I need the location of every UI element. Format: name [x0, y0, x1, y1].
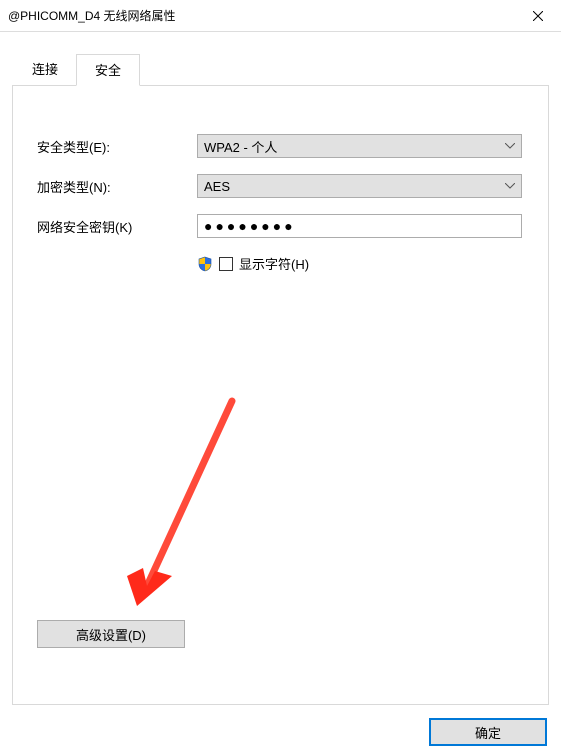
- chevron-down-icon: [505, 143, 515, 149]
- label-show-chars: 显示字符(H): [239, 254, 309, 273]
- tabs-header: 连接 安全: [0, 32, 561, 86]
- titlebar: @PHICOMM_D4 无线网络属性: [0, 0, 561, 32]
- advanced-settings-button[interactable]: 高级设置(D): [37, 620, 185, 648]
- checkbox-show-chars[interactable]: [219, 257, 233, 271]
- ok-button[interactable]: 确定: [429, 718, 547, 746]
- row-show-chars: 显示字符(H): [197, 254, 522, 273]
- window-title: @PHICOMM_D4 无线网络属性: [8, 7, 515, 24]
- label-encryption-type: 加密类型(N):: [37, 177, 197, 196]
- annotation-arrow: [77, 396, 237, 616]
- row-security-type: 安全类型(E): WPA2 - 个人: [37, 134, 522, 158]
- advanced-settings-label: 高级设置(D): [76, 625, 146, 644]
- dropdown-security-type-value: WPA2 - 个人: [204, 137, 277, 156]
- uac-shield-icon: [197, 256, 213, 272]
- row-network-key: 网络安全密钥(K): [37, 214, 522, 238]
- label-security-type: 安全类型(E):: [37, 137, 197, 156]
- tab-panel-security: 安全类型(E): WPA2 - 个人 加密类型(N): AES: [12, 85, 549, 705]
- dropdown-encryption-type-value: AES: [204, 179, 230, 194]
- dropdown-encryption-type[interactable]: AES: [197, 174, 522, 198]
- tab-connect[interactable]: 连接: [14, 54, 76, 86]
- tab-security-label: 安全: [95, 63, 121, 78]
- row-encryption-type: 加密类型(N): AES: [37, 174, 522, 198]
- dialog-footer: 确定: [429, 718, 547, 746]
- chevron-down-icon: [505, 183, 515, 189]
- label-network-key: 网络安全密钥(K): [37, 217, 197, 236]
- window-body: 连接 安全 安全类型(E): WPA2 - 个人 加密类型(N): AES: [0, 32, 561, 756]
- dropdown-security-type[interactable]: WPA2 - 个人: [197, 134, 522, 158]
- tab-connect-label: 连接: [32, 62, 58, 77]
- network-key-input[interactable]: [197, 214, 522, 238]
- close-button[interactable]: [515, 0, 561, 32]
- tab-security[interactable]: 安全: [76, 54, 140, 86]
- ok-button-label: 确定: [475, 723, 501, 742]
